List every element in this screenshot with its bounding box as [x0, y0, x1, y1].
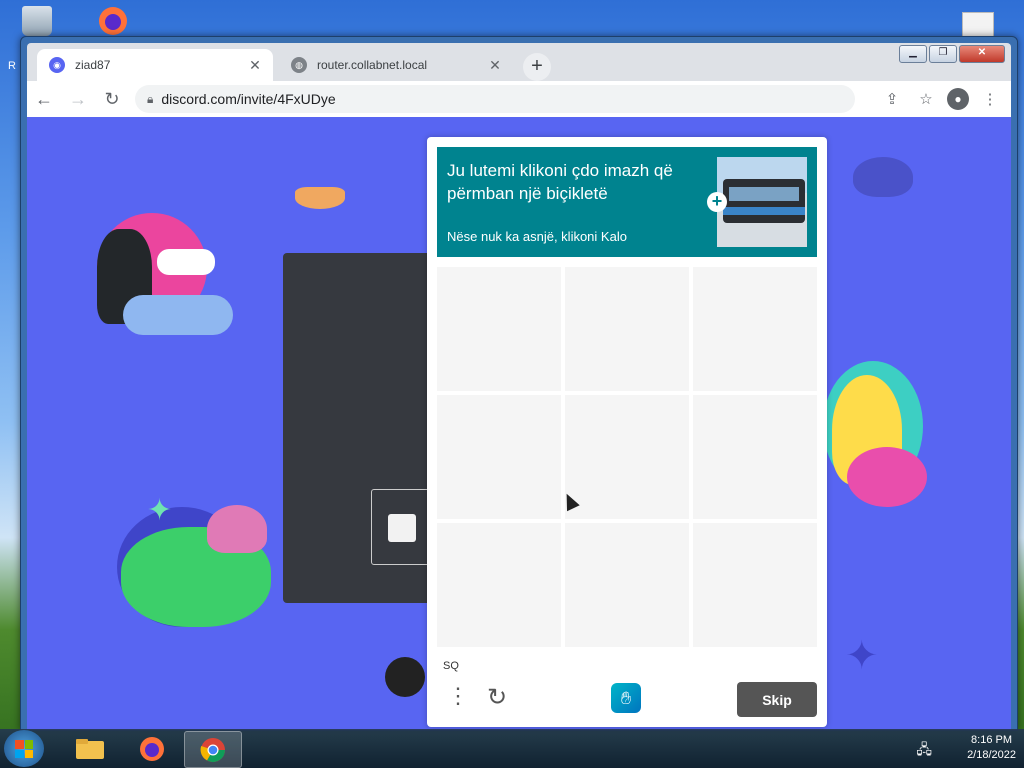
example-image [717, 157, 807, 247]
captcha-tile[interactable] [437, 523, 561, 647]
share-icon[interactable]: ⇪ [879, 90, 905, 108]
illustration-legs [123, 295, 233, 335]
windows-logo-icon [15, 740, 33, 758]
tab-strip: ◉ ziad87 ✕ ◍ router.collabnet.local ✕ + … [27, 43, 1011, 81]
illustration-pink-blob [847, 447, 927, 507]
firefox-desktop-icon[interactable] [96, 4, 127, 35]
chrome-taskbar-icon[interactable] [184, 731, 242, 768]
captcha-tile[interactable] [693, 267, 817, 391]
forward-icon[interactable]: → [61, 89, 95, 110]
clock-date: 2/18/2022 [967, 749, 1016, 761]
captcha-tile[interactable] [437, 395, 561, 519]
illustration-book [295, 187, 345, 209]
bookmark-star-icon[interactable]: ☆ [913, 90, 939, 108]
close-tab-icon[interactable]: ✕ [485, 57, 505, 74]
captcha-tile[interactable] [565, 523, 689, 647]
desktop-label: R [8, 60, 16, 72]
captcha-prompt-subtitle: Nëse nuk ka asnjë, klikoni Kalo [447, 229, 627, 244]
language-label[interactable]: SQ [443, 660, 459, 672]
captcha-prompt: Ju lutemi klikoni çdo imazh që përmban n… [437, 147, 817, 257]
captcha-tile[interactable] [565, 267, 689, 391]
captcha-tile[interactable] [437, 267, 561, 391]
new-tab-button[interactable]: + [523, 53, 551, 81]
captcha-tile[interactable] [565, 395, 689, 519]
illustration-bird [853, 157, 913, 197]
skip-button[interactable]: Skip [737, 682, 817, 717]
profile-avatar-icon[interactable]: ● [947, 88, 969, 110]
tab-title: ziad87 [75, 58, 111, 72]
close-tab-icon[interactable]: ✕ [245, 57, 265, 74]
captcha-image-grid [437, 267, 817, 647]
captcha-tile[interactable] [693, 395, 817, 519]
hcaptcha-logo-icon: ✋︎ [611, 683, 641, 713]
discord-icon: ◉ [49, 57, 65, 73]
tab-router[interactable]: ◍ router.collabnet.local ✕ [279, 49, 513, 81]
captcha-prompt-title: Ju lutemi klikoni çdo imazh që përmban n… [447, 161, 673, 203]
recycle-bin-icon[interactable] [22, 6, 52, 36]
back-icon[interactable]: ← [27, 89, 61, 110]
window-controls: ▁ ❐ ✕ [899, 45, 1005, 63]
square-icon [388, 514, 416, 542]
bus-image [723, 179, 805, 223]
chat-bubble-icon [157, 249, 215, 275]
browser-toolbar: ← → ↻ 🔒︎ discord.com/invite/4FxUDye ⇪ ☆ … [27, 81, 1011, 117]
expand-example-icon[interactable]: + [707, 192, 727, 212]
clock[interactable]: 8:16 PM 2/18/2022 [967, 733, 1016, 763]
url-text: discord.com/invite/4FxUDye [161, 91, 336, 107]
taskbar: 🖧︎ 8:16 PM 2/18/2022 [0, 729, 1024, 768]
start-button[interactable] [4, 730, 44, 767]
file-explorer-taskbar-icon[interactable] [62, 731, 118, 766]
captcha-menu-icon[interactable]: ⋮ [447, 685, 469, 707]
reload-icon[interactable]: ↻ [95, 89, 129, 110]
captcha-tile[interactable] [693, 523, 817, 647]
firefox-taskbar-icon[interactable] [124, 731, 180, 766]
tab-ziad87[interactable]: ◉ ziad87 ✕ [37, 49, 273, 81]
tab-title: router.collabnet.local [317, 58, 428, 72]
illustration-pink-hair [207, 505, 267, 553]
refresh-challenge-icon[interactable]: ↻ [487, 683, 507, 712]
sparkle-icon: ✦ [845, 634, 879, 678]
sparkle-icon: ✦ [147, 494, 173, 527]
illustration-bottom-character [385, 657, 425, 697]
address-bar[interactable]: 🔒︎ discord.com/invite/4FxUDye [135, 85, 855, 113]
invite-card-button[interactable] [371, 489, 433, 565]
lock-icon[interactable]: 🔒︎ [147, 92, 153, 107]
menu-kebab-icon[interactable]: ⋮ [977, 90, 1003, 108]
globe-icon: ◍ [291, 57, 307, 73]
captcha-challenge: Ju lutemi klikoni çdo imazh që përmban n… [427, 137, 827, 727]
network-icon[interactable]: 🖧︎ [916, 739, 932, 763]
minimize-button[interactable]: ▁ [899, 45, 927, 63]
maximize-button[interactable]: ❐ [929, 45, 957, 63]
close-window-button[interactable]: ✕ [959, 45, 1005, 63]
clock-time: 8:16 PM [971, 734, 1013, 746]
